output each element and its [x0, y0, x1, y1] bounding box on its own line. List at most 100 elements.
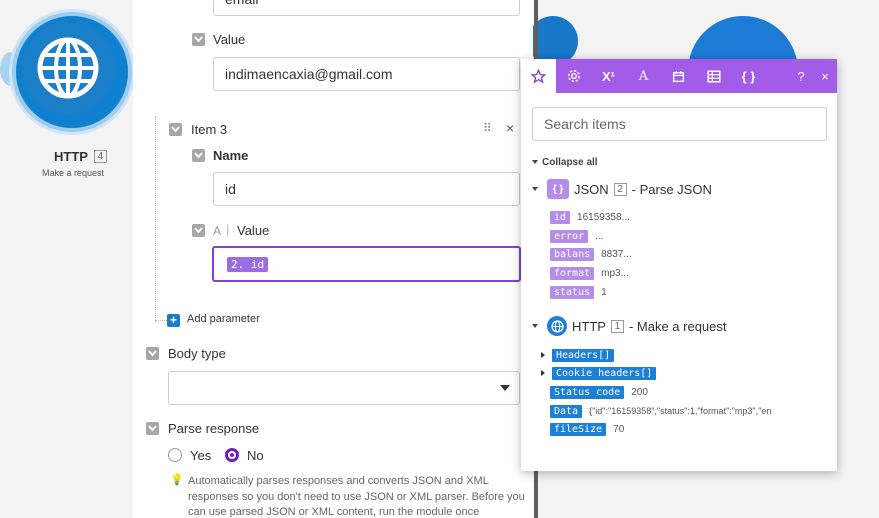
group-json[interactable]: { } JSON 2 - Parse JSON — [532, 179, 712, 199]
item3-name-checkbox[interactable] — [192, 149, 205, 162]
group-json-number: 2 — [613, 182, 627, 196]
module-settings-panel: email Value indimaencaxia@gmail.com Item… — [133, 0, 533, 518]
item-key[interactable]: error — [550, 229, 589, 243]
item-key[interactable]: Cookie headers[] — [552, 366, 657, 380]
item3-name-field[interactable]: id — [213, 172, 520, 206]
radio-no-label[interactable]: No — [247, 448, 264, 463]
list-item[interactable]: fileSize 70 — [550, 421, 624, 437]
list-item[interactable]: Status code 200 — [550, 384, 648, 400]
group-http[interactable]: HTTP 1 - Make a request — [532, 316, 727, 336]
gear-icon[interactable] — [556, 59, 591, 93]
module-title: HTTP — [54, 149, 88, 164]
globe-icon — [547, 316, 567, 336]
body-type-label: Body type — [168, 346, 226, 361]
module-name: HTTP 4 — [54, 149, 107, 164]
group-http-number: 1 — [610, 319, 624, 333]
item2-value-label: Value — [213, 32, 246, 47]
lightbulb-icon: 💡 — [170, 474, 184, 486]
expand-arrow-icon[interactable] — [541, 370, 545, 376]
http-module[interactable]: HTTP 4 Make a request — [0, 0, 133, 200]
item-key[interactable]: balans — [550, 247, 595, 261]
json-braces-icon: { } — [547, 179, 569, 199]
item-key[interactable]: Status code — [550, 385, 625, 399]
item3-value-field[interactable]: 2. id — [212, 246, 521, 282]
item-tree-branch — [155, 320, 167, 321]
item3-checkbox[interactable] — [169, 123, 182, 136]
list-item[interactable]: status 1 — [550, 284, 607, 300]
group-http-app: HTTP — [572, 318, 606, 334]
item2-value-checkbox[interactable] — [192, 33, 205, 46]
item-value: ... — [595, 230, 604, 242]
item-value: 8837... — [601, 248, 632, 260]
list-item[interactable]: Data {"id":"16159358","status":1,"format… — [550, 403, 771, 419]
item-value: 16159358... — [577, 211, 630, 223]
group-json-title: - Parse JSON — [631, 181, 712, 197]
picker-toolbar: X¹ A { } ? × — [521, 59, 837, 93]
list-item[interactable]: balans 8837... — [550, 246, 632, 262]
collapse-all-button[interactable]: Collapse all — [532, 157, 598, 168]
expand-triangle-icon — [532, 324, 538, 328]
item3-name-value: id — [225, 181, 236, 197]
item-tree-line — [155, 116, 156, 322]
radio-yes-label[interactable]: Yes — [190, 448, 211, 463]
list-item[interactable]: Headers[] — [541, 347, 615, 363]
group-json-app: JSON — [574, 181, 609, 197]
mapped-item-pill[interactable]: 2. id — [227, 257, 269, 272]
parse-response-label: Parse response — [168, 421, 260, 436]
item2-name-value: email — [225, 0, 258, 7]
add-parameter-icon[interactable]: + — [167, 314, 180, 327]
item2-value-field[interactable]: indimaencaxia@gmail.com — [213, 57, 520, 91]
superscript-icon[interactable]: X¹ — [591, 59, 626, 93]
globe-icon — [22, 22, 114, 114]
item-value: 70 — [613, 423, 625, 435]
parse-response-checkbox[interactable] — [146, 422, 159, 435]
item2-name-field[interactable]: email — [213, 0, 520, 16]
radio-no[interactable] — [225, 448, 239, 462]
collapse-all-label: Collapse all — [542, 157, 598, 168]
close-icon[interactable]: × — [813, 59, 837, 93]
list-item[interactable]: error ... — [550, 228, 603, 244]
braces-icon[interactable]: { } — [731, 59, 766, 93]
item-key[interactable]: id — [550, 210, 571, 224]
item-key[interactable]: status — [550, 285, 595, 299]
remove-item-icon[interactable]: × — [506, 120, 514, 136]
item-key[interactable]: format — [550, 266, 595, 280]
chevron-down-icon — [500, 385, 510, 391]
collapse-triangle-icon — [532, 160, 538, 165]
item-value: {"id":"16159358","status":1,"format":"mp… — [589, 406, 772, 416]
item-value: 1 — [601, 286, 607, 298]
calendar-icon[interactable] — [661, 59, 696, 93]
module-number-badge: 4 — [93, 150, 107, 163]
list-item[interactable]: Cookie headers[] — [541, 365, 657, 381]
item-key[interactable]: Headers[] — [552, 348, 615, 362]
star-icon[interactable] — [521, 59, 556, 93]
list-item[interactable]: id 16159358... — [550, 209, 630, 225]
item-key[interactable]: Data — [550, 404, 583, 418]
search-input[interactable]: Search items — [532, 107, 827, 141]
item-value: mp3... — [601, 267, 629, 279]
item3-value-label: Value — [237, 223, 270, 238]
group-http-title: - Make a request — [628, 318, 727, 334]
module-subtitle: Make a request — [42, 168, 105, 178]
body-type-select[interactable] — [168, 371, 520, 405]
drag-handle-icon[interactable]: ⠿ — [483, 121, 492, 135]
text-icon[interactable]: A — [626, 59, 661, 93]
separator: | — [226, 222, 230, 237]
help-icon[interactable]: ? — [789, 59, 813, 93]
item3-value-checkbox[interactable] — [192, 224, 205, 237]
item3-label: Item 3 — [191, 122, 228, 137]
mapping-picker: X¹ A { } ? × Search items Collapse all {… — [521, 59, 837, 471]
item-value: 200 — [631, 386, 648, 398]
body-type-checkbox[interactable] — [146, 347, 159, 360]
item3-name-label: Name — [213, 148, 249, 163]
table-icon[interactable] — [696, 59, 731, 93]
text-type-icon: A — [213, 224, 222, 238]
search-placeholder: Search items — [544, 116, 626, 132]
list-item[interactable]: format mp3... — [550, 265, 629, 281]
add-parameter-button[interactable]: Add parameter — [187, 313, 260, 325]
item2-value-text: indimaencaxia@gmail.com — [225, 66, 393, 82]
item-key[interactable]: fileSize — [550, 422, 607, 436]
expand-arrow-icon[interactable] — [541, 352, 545, 358]
parse-response-help: Automatically parses responses and conve… — [188, 475, 525, 518]
radio-yes[interactable] — [168, 448, 182, 462]
